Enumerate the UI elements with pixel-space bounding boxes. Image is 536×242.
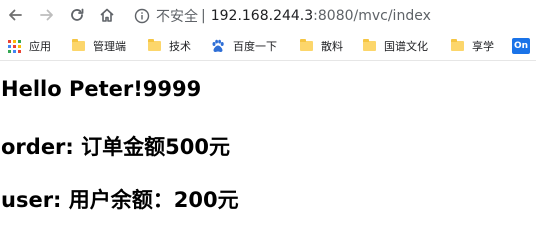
folder-icon [148, 39, 161, 51]
browser-toolbar: 不安全 | 192.168.244.3 :8080/mvc/index [0, 0, 536, 31]
bookmark-label: 应用 [29, 40, 51, 53]
forward-button[interactable] [36, 4, 58, 26]
greeting-heading: Hello Peter!9999 [1, 77, 202, 101]
bookmark-label: 散料 [321, 40, 343, 53]
apps-grid-icon [8, 39, 21, 53]
bookmark-folder-guopu[interactable]: 国谱文化 [363, 37, 428, 55]
bookmark-label: 管理端 [93, 40, 126, 53]
bookmark-label: 百度一下 [233, 40, 277, 53]
url-path: :8080/mvc/index [313, 7, 431, 24]
bookmark-folder-guanliduan[interactable]: 管理端 [72, 37, 126, 55]
bookmark-folder-sanliao[interactable]: 散料 [300, 37, 343, 55]
folder-icon [451, 39, 464, 51]
address-bar[interactable]: 不安全 | 192.168.244.3 :8080/mvc/index [134, 2, 536, 29]
home-button[interactable] [96, 4, 118, 26]
address-separator: | [201, 7, 206, 24]
arrow-right-icon [40, 9, 53, 21]
home-icon [100, 8, 114, 22]
folder-icon [363, 39, 376, 51]
bookmark-apps[interactable]: 应用 [8, 37, 51, 55]
extension-on-badge[interactable]: On [512, 38, 530, 54]
reload-icon [71, 8, 84, 21]
user-heading: user: 用户余额：200元 [1, 188, 239, 212]
bookmark-label: 国谱文化 [384, 40, 428, 53]
info-icon[interactable] [134, 8, 150, 24]
baidu-paw-icon [212, 39, 224, 53]
bookmark-folder-jishu[interactable]: 技术 [148, 37, 191, 55]
bookmark-label: 技术 [169, 40, 191, 53]
folder-icon [72, 39, 85, 51]
back-button[interactable] [4, 4, 26, 26]
url-host: 192.168.244.3 [210, 7, 314, 24]
bookmark-baidu[interactable]: 百度一下 [211, 37, 277, 55]
order-heading: order: 订单金额500元 [1, 135, 230, 159]
bookmarks-bar: 应用 管理端 技术 百度一下 散料 国谱文化 享学 On [0, 32, 536, 61]
folder-icon [300, 39, 313, 51]
reload-button[interactable] [66, 4, 88, 26]
security-label: 不安全 [156, 8, 198, 25]
bookmark-folder-xiangxue[interactable]: 享学 [451, 37, 494, 55]
arrow-left-icon [9, 9, 22, 21]
bookmark-label: 享学 [472, 40, 494, 53]
